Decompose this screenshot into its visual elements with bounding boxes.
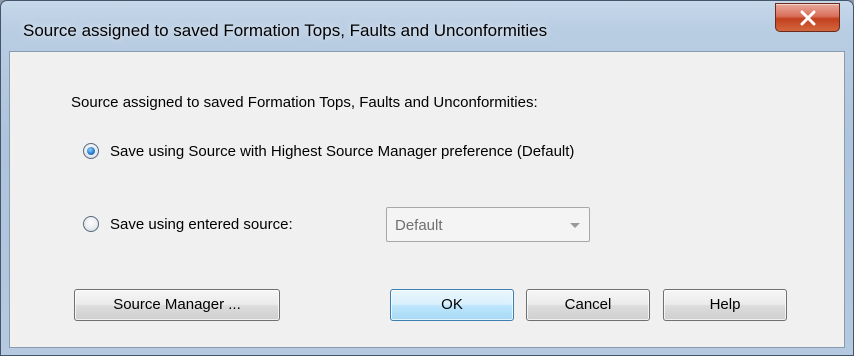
option-highest-preference-label: Save using Source with Highest Source Ma…: [110, 142, 575, 160]
dialog-window: Source assigned to saved Formation Tops,…: [0, 0, 854, 356]
option-highest-preference[interactable]: Save using Source with Highest Source Ma…: [83, 141, 574, 161]
source-manager-button[interactable]: Source Manager ...: [74, 289, 280, 321]
group-label: Source assigned to saved Formation Tops,…: [71, 94, 538, 111]
close-button[interactable]: [775, 3, 840, 32]
radio-entered-source[interactable]: [83, 216, 99, 232]
source-dropdown-value: Default: [395, 217, 443, 234]
chevron-down-icon: [570, 223, 580, 228]
help-button[interactable]: Help: [663, 289, 787, 321]
window-title: Source assigned to saved Formation Tops,…: [23, 21, 548, 40]
cancel-button[interactable]: Cancel: [526, 289, 650, 321]
ok-button[interactable]: OK: [390, 289, 514, 321]
dialog-body: Source assigned to saved Formation Tops,…: [9, 51, 845, 348]
radio-highest-preference[interactable]: [83, 143, 99, 159]
close-x-icon: [800, 10, 816, 26]
option-entered-source-label: Save using entered source:: [110, 215, 293, 233]
option-entered-source[interactable]: Save using entered source:: [83, 214, 293, 234]
source-dropdown[interactable]: Default: [386, 207, 590, 242]
